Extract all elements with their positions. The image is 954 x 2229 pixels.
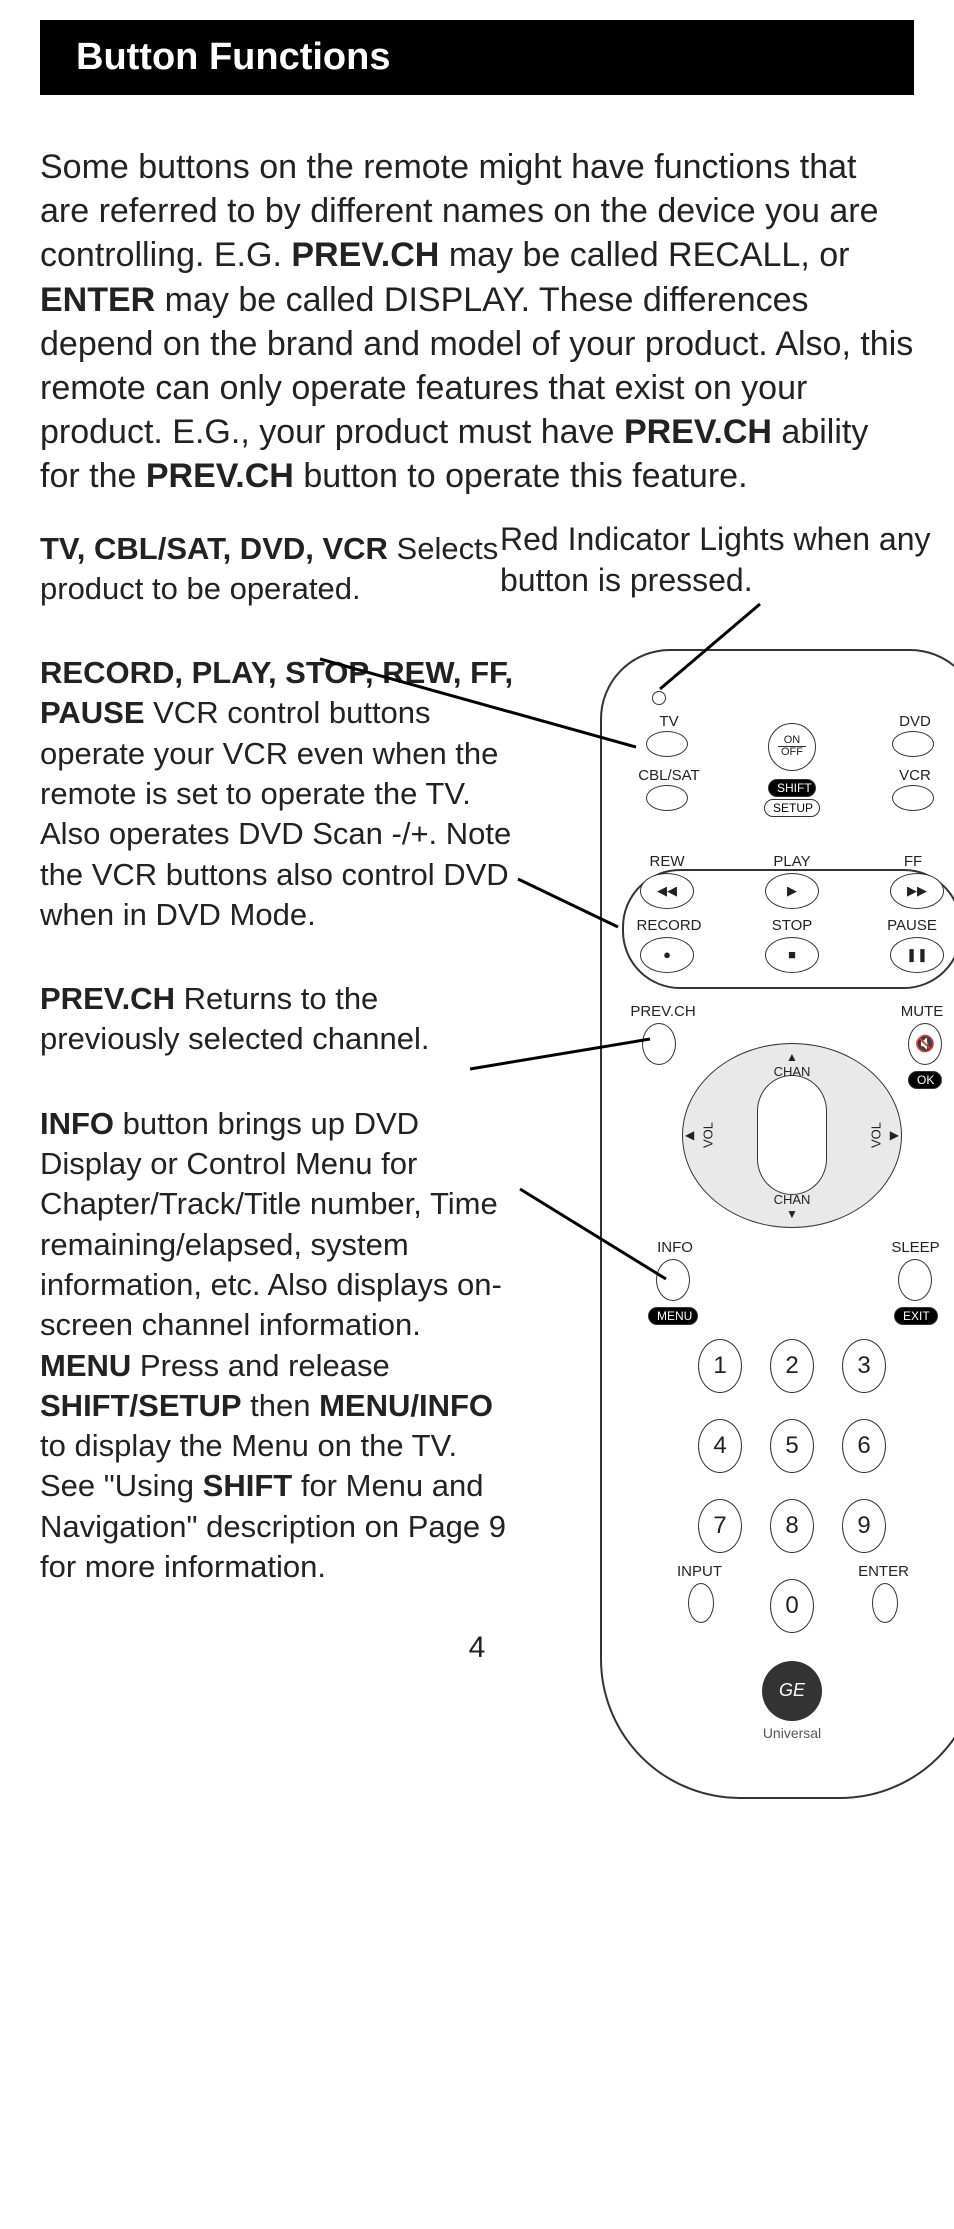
off-label: OFF bbox=[781, 747, 803, 758]
indicator-led-icon bbox=[652, 691, 666, 705]
info-label: INFO bbox=[650, 1239, 700, 1256]
num-7: 7 bbox=[698, 1499, 742, 1553]
num-9: 9 bbox=[842, 1499, 886, 1553]
chevron-down-icon: ▼ bbox=[786, 1207, 798, 1221]
vcr-button bbox=[892, 785, 934, 811]
section-title: Button Functions bbox=[76, 36, 390, 78]
enter-button bbox=[872, 1583, 898, 1623]
chevron-right-icon: ▶ bbox=[890, 1128, 899, 1142]
sleep-button bbox=[898, 1259, 932, 1301]
intro-paragraph: Some buttons on the remote might have fu… bbox=[40, 145, 914, 499]
pause-label: PAUSE bbox=[882, 917, 942, 934]
device-select-callout: TV, CBL/SAT, DVD, VCR Selects product to… bbox=[40, 529, 515, 610]
menu-label: MENU bbox=[648, 1307, 698, 1325]
num-5: 5 bbox=[770, 1419, 814, 1473]
exit-label: EXIT bbox=[894, 1307, 938, 1325]
chan-down-label: CHAN bbox=[774, 1192, 811, 1207]
info-button bbox=[656, 1259, 690, 1301]
num-1: 1 bbox=[698, 1339, 742, 1393]
cblsat-label: CBL/SAT bbox=[634, 767, 704, 784]
nav-center bbox=[757, 1075, 827, 1195]
chan-up-label: CHAN bbox=[774, 1064, 811, 1079]
mute-button: 🔇 bbox=[908, 1023, 942, 1065]
tv-button bbox=[646, 731, 688, 757]
sleep-label: SLEEP bbox=[888, 1239, 943, 1256]
transport-callout: RECORD, PLAY, STOP, REW, FF, PAUSE VCR c… bbox=[40, 653, 515, 935]
num-4: 4 bbox=[698, 1419, 742, 1473]
rew-button: ◀◀ bbox=[640, 873, 694, 909]
tv-label: TV bbox=[634, 713, 704, 730]
cblsat-button bbox=[646, 785, 688, 811]
record-label: RECORD bbox=[634, 917, 704, 934]
dvd-label: DVD bbox=[880, 713, 950, 730]
ok-label: OK bbox=[908, 1071, 942, 1089]
prevch-head: PREV.CH bbox=[40, 981, 175, 1016]
remote-diagram: TV DVD CBL/SAT VCR ON OFF SHIFT SETUP RE… bbox=[600, 649, 954, 1799]
num-6: 6 bbox=[842, 1419, 886, 1473]
transport-body: VCR control buttons operate your VCR eve… bbox=[40, 695, 511, 931]
chevron-left-icon: ◀ bbox=[685, 1128, 694, 1142]
ff-label: FF bbox=[888, 853, 938, 870]
vol-left-label: VOL bbox=[701, 1122, 716, 1148]
section-title-bar: Button Functions bbox=[40, 20, 914, 95]
nav-cluster: CHAN ▲ CHAN ▼ VOL ◀ VOL ▶ bbox=[682, 1043, 902, 1228]
enter-label: ENTER bbox=[856, 1563, 911, 1580]
num-2: 2 bbox=[770, 1339, 814, 1393]
setup-label: SETUP bbox=[764, 799, 820, 817]
universal-label: Universal bbox=[752, 1725, 832, 1741]
rew-label: REW bbox=[642, 853, 692, 870]
prevch-button bbox=[642, 1023, 676, 1065]
play-label: PLAY bbox=[762, 853, 822, 870]
ge-logo-icon: GE bbox=[762, 1661, 822, 1721]
red-indicator-callout: Red Indicator Lights when any button is … bbox=[500, 519, 945, 602]
power-button: ON OFF bbox=[768, 723, 816, 771]
input-label: INPUT bbox=[672, 1563, 727, 1580]
red-indicator-text: Red Indicator Lights when any button is … bbox=[500, 521, 930, 599]
prevch-callout: PREV.CH Returns to the previously select… bbox=[40, 979, 515, 1060]
dvd-button bbox=[892, 731, 934, 757]
ff-button: ▶▶ bbox=[890, 873, 944, 909]
num-8: 8 bbox=[770, 1499, 814, 1553]
on-label: ON bbox=[784, 735, 801, 746]
prevch-label: PREV.CH bbox=[628, 1003, 698, 1020]
pause-button: ❚❚ bbox=[890, 937, 944, 973]
device-select-head: TV, CBL/SAT, DVD, VCR bbox=[40, 531, 388, 566]
stop-label: STOP bbox=[762, 917, 822, 934]
num-3: 3 bbox=[842, 1339, 886, 1393]
vcr-label: VCR bbox=[880, 767, 950, 784]
num-0: 0 bbox=[770, 1579, 814, 1633]
info-menu-callout: INFO button brings up DVD Display or Con… bbox=[40, 1104, 515, 1588]
mute-label: MUTE bbox=[892, 1003, 952, 1020]
left-column: TV, CBL/SAT, DVD, VCR Selects product to… bbox=[40, 529, 515, 1588]
stop-button: ■ bbox=[765, 937, 819, 973]
chevron-up-icon: ▲ bbox=[786, 1050, 798, 1064]
record-button: ● bbox=[640, 937, 694, 973]
input-button bbox=[688, 1583, 714, 1623]
play-button: ▶ bbox=[765, 873, 819, 909]
shift-label: SHIFT bbox=[768, 779, 816, 797]
vol-right-label: VOL bbox=[868, 1122, 883, 1148]
content-columns: Red Indicator Lights when any button is … bbox=[40, 529, 914, 1588]
